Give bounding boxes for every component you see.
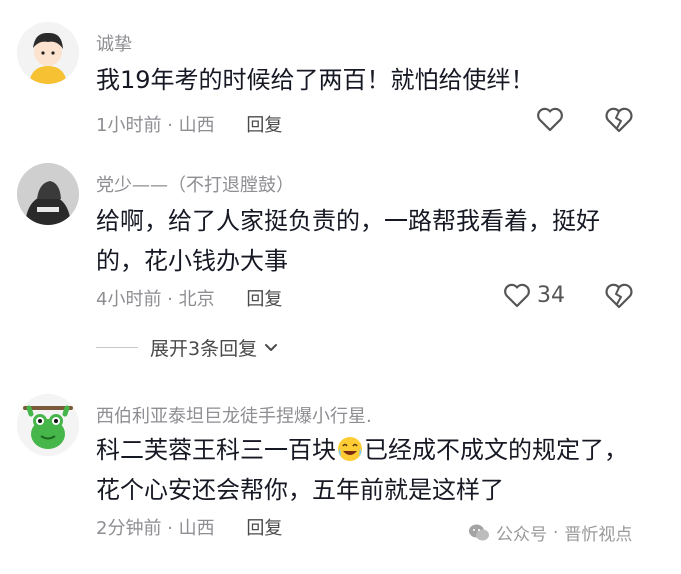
chevron-down-icon (265, 343, 278, 351)
like-button[interactable] (536, 106, 570, 132)
comment-text-part: 科二芙蓉王科三一百块 (96, 436, 336, 464)
comment-meta: 1小时前 · 山西 回复 (96, 115, 283, 136)
comment-text: 给啊，给了人家挺负责的，一路帮我看着，挺好的，花小钱办大事 (96, 207, 600, 275)
reply-button[interactable]: 回复 (246, 518, 282, 539)
comment-time: 2分钟前 (96, 518, 162, 539)
watermark-separator: · (553, 522, 559, 543)
dislike-button[interactable] (604, 106, 634, 138)
heart-outline-icon (504, 283, 530, 308)
avatar-green-frog (17, 394, 79, 456)
watermark: 公众号 · 晋忻视点 (468, 520, 632, 545)
wechat-logo-icon (469, 524, 489, 540)
expand-replies-label: 展开3条回复 (150, 338, 258, 360)
comment-text: 科二芙蓉王科三一百块 已经成不成文的规定了，花个心安还会帮你，五年前就是这样了 (96, 430, 641, 510)
comment-location: 山西 (178, 518, 215, 539)
comment-time: 1小时前 (96, 115, 162, 136)
comment-time: 4小时前 (96, 289, 162, 310)
comment-location: 山西 (178, 115, 215, 136)
avatar[interactable] (17, 394, 79, 456)
comment-username[interactable]: 西伯利亚泰坦巨龙徒手捏爆小行星. (96, 402, 372, 428)
watermark-platform: 公众号 (496, 525, 547, 545)
comment-location: 北京 (178, 289, 215, 310)
reply-button[interactable]: 回复 (246, 289, 282, 310)
broken-heart-icon (605, 107, 633, 133)
heart-outline-icon (537, 107, 563, 132)
reply-button[interactable]: 回复 (246, 115, 282, 136)
comment-meta: 2分钟前 · 山西 回复 (96, 518, 283, 539)
expand-divider (96, 347, 138, 348)
avatar-cartoon-boy (17, 22, 79, 84)
comment-username[interactable]: 党少——（不打退膛鼓） (96, 171, 294, 197)
like-count: 34 (537, 282, 565, 308)
broken-heart-icon (605, 283, 633, 309)
like-button[interactable]: 34 (503, 282, 565, 308)
comment-meta: 4小时前 · 北京 回复 (96, 289, 283, 310)
dislike-button[interactable] (604, 282, 634, 314)
comment-username[interactable]: 诚挚 (96, 30, 132, 56)
expand-replies-button[interactable]: 展开3条回复 (96, 334, 281, 361)
watermark-account: 晋忻视点 (564, 525, 633, 545)
avatar[interactable] (17, 163, 79, 225)
avatar-photo (17, 163, 79, 225)
avatar[interactable] (17, 22, 79, 84)
comment-text: 我19年考的时候给了两百！就怕给使绊！ (96, 66, 535, 94)
laughing-crying-emoji-icon (338, 437, 362, 461)
